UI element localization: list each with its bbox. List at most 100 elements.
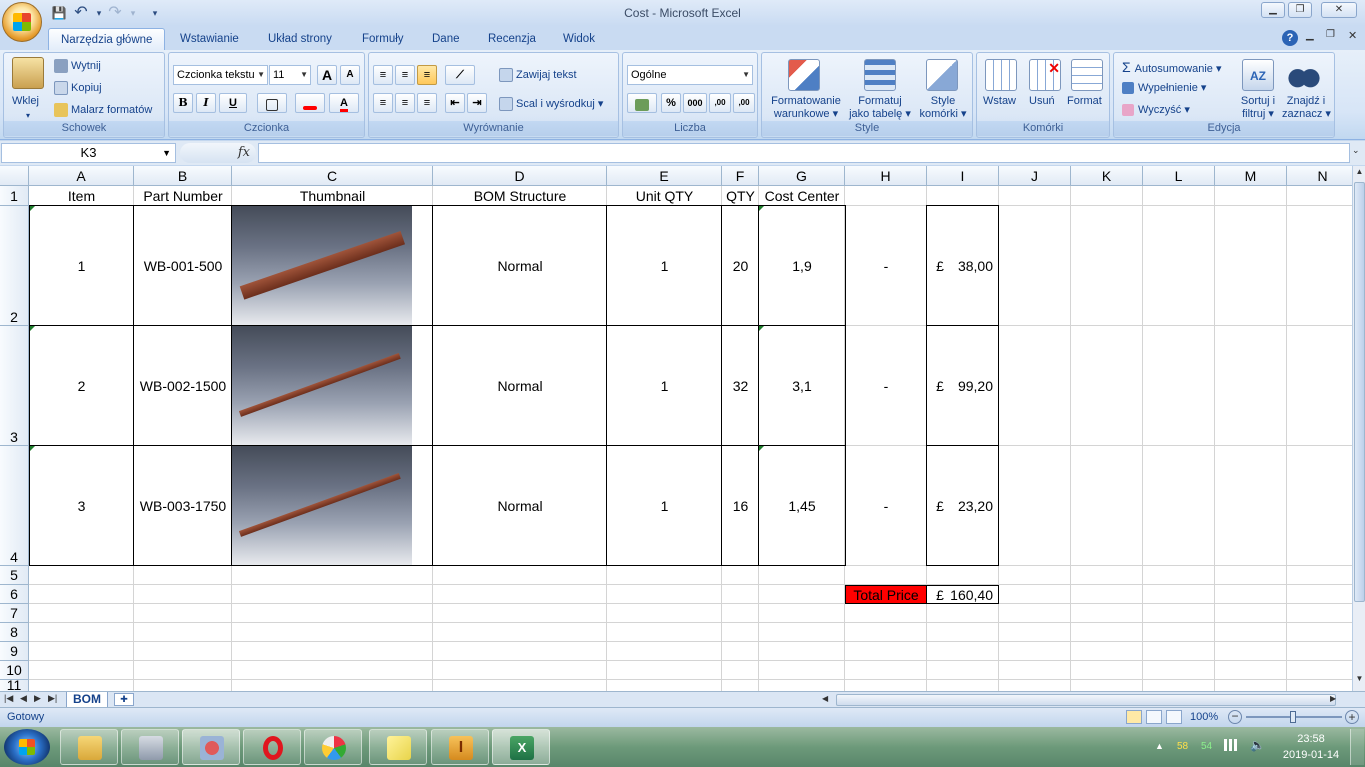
fill-color-button[interactable] bbox=[295, 93, 325, 113]
autosum-button[interactable]: Σ Autosumowanie ▾ bbox=[1122, 59, 1222, 75]
cell-price[interactable]: 99,20 bbox=[947, 326, 993, 445]
bold-button[interactable]: B bbox=[173, 93, 193, 113]
orientation-button[interactable]: ⟋ bbox=[445, 65, 475, 85]
sheet-tab-bom[interactable]: BOM bbox=[66, 692, 108, 708]
close-button[interactable]: ✕ bbox=[1321, 2, 1357, 18]
find-select-button[interactable]: Znajdź i zaznacz ▾ bbox=[1282, 95, 1331, 120]
horizontal-scrollbar[interactable] bbox=[836, 694, 1336, 706]
cell-price[interactable]: 23,20 bbox=[947, 446, 993, 565]
column-header[interactable]: H bbox=[845, 166, 927, 186]
prev-sheet-icon[interactable]: ◀ bbox=[20, 693, 27, 704]
column-header[interactable]: E bbox=[607, 166, 722, 186]
conditional-formatting-icon[interactable] bbox=[788, 59, 820, 91]
taskbar-snipping-tool[interactable] bbox=[182, 729, 240, 765]
format-cells-icon[interactable] bbox=[1071, 59, 1103, 91]
insert-cells-icon[interactable] bbox=[985, 59, 1017, 91]
restore-button[interactable]: ❐ bbox=[1288, 2, 1312, 18]
align-middle-button[interactable]: ≡ bbox=[395, 65, 415, 85]
tab-formulas[interactable]: Formuły bbox=[350, 28, 416, 50]
increase-decimal-button[interactable]: ,00 bbox=[709, 93, 731, 113]
expand-formula-bar-icon[interactable]: ⌄ bbox=[1352, 145, 1360, 156]
underline-button[interactable]: U bbox=[219, 93, 247, 113]
ribbon-minimize-icon[interactable]: ▁ bbox=[1306, 30, 1314, 41]
cell-h[interactable]: - bbox=[845, 446, 927, 565]
zoom-out-icon[interactable]: − bbox=[1228, 710, 1242, 724]
align-center-button[interactable]: ≡ bbox=[395, 93, 415, 113]
cell-h[interactable]: - bbox=[845, 206, 927, 325]
row-header[interactable]: 7 bbox=[0, 604, 29, 623]
header-part-number[interactable]: Part Number bbox=[134, 186, 232, 206]
cell-unit-qty[interactable]: 1 bbox=[607, 446, 722, 565]
clear-button[interactable]: Wyczyść ▾ bbox=[1122, 103, 1190, 117]
row-header[interactable]: 5 bbox=[0, 566, 29, 585]
cell-unit-qty[interactable]: 1 bbox=[607, 326, 722, 445]
cell-qty[interactable]: 20 bbox=[722, 206, 759, 325]
next-sheet-icon[interactable]: ▶ bbox=[34, 693, 41, 704]
zoom-level[interactable]: 100% bbox=[1190, 711, 1218, 723]
thumbnail-image[interactable] bbox=[232, 446, 412, 565]
tab-review[interactable]: Recenzja bbox=[476, 28, 548, 50]
cell-unit-qty[interactable]: 1 bbox=[607, 206, 722, 325]
insert-function-button[interactable]: fx bbox=[180, 143, 256, 163]
sort-filter-button[interactable]: Sortuj i filtruj ▾ bbox=[1238, 95, 1278, 120]
cell-bom-structure[interactable]: Normal bbox=[433, 326, 607, 445]
help-icon[interactable]: ? bbox=[1282, 30, 1298, 46]
office-button[interactable] bbox=[2, 2, 42, 42]
borders-button[interactable] bbox=[257, 93, 287, 113]
page-layout-view-icon[interactable] bbox=[1146, 710, 1162, 724]
column-header[interactable]: A bbox=[29, 166, 134, 186]
font-name-select[interactable]: Czcionka tekstu ▼ bbox=[173, 65, 268, 85]
paste-icon[interactable] bbox=[12, 57, 44, 89]
font-color-button[interactable]: A bbox=[329, 93, 359, 113]
cell-item[interactable]: 2 bbox=[29, 326, 134, 445]
column-header[interactable]: L bbox=[1143, 166, 1215, 186]
row-header[interactable]: 2 bbox=[0, 206, 29, 326]
decrease-indent-button[interactable]: ⇤ bbox=[445, 93, 465, 113]
scroll-up-icon[interactable]: ▲ bbox=[1354, 167, 1365, 181]
column-header[interactable]: M bbox=[1215, 166, 1287, 186]
taskbar-sticky-notes[interactable] bbox=[369, 729, 427, 765]
taskbar-opera[interactable] bbox=[243, 729, 301, 765]
conditional-formatting-button[interactable]: Formatowanie warunkowe ▾ bbox=[768, 95, 844, 120]
last-sheet-icon[interactable]: ▶| bbox=[48, 693, 57, 704]
scroll-right-icon[interactable]: ▶ bbox=[1330, 694, 1336, 703]
cell-h[interactable]: - bbox=[845, 326, 927, 445]
align-left-button[interactable]: ≡ bbox=[373, 93, 393, 113]
format-painter-button[interactable]: Malarz formatów bbox=[54, 103, 152, 117]
decrease-decimal-button[interactable]: ,00 bbox=[733, 93, 755, 113]
align-right-button[interactable]: ≡ bbox=[417, 93, 437, 113]
row-header[interactable]: 6 bbox=[0, 585, 29, 604]
italic-button[interactable]: I bbox=[196, 93, 216, 113]
name-box[interactable]: K3 ▼ bbox=[1, 143, 176, 163]
column-header[interactable]: I bbox=[927, 166, 999, 186]
workbook-restore-icon[interactable]: ❐ bbox=[1326, 29, 1335, 40]
merge-center-button[interactable]: Scal i wyśrodkuj ▾ bbox=[499, 97, 603, 112]
select-all-corner[interactable] bbox=[0, 166, 29, 186]
row-header[interactable]: 11 bbox=[0, 680, 29, 691]
scroll-thumb[interactable] bbox=[1354, 182, 1365, 602]
vertical-scrollbar[interactable]: ▲ ▼ bbox=[1352, 166, 1365, 691]
workbook-close-icon[interactable]: ✕ bbox=[1348, 29, 1357, 42]
cell-styles-icon[interactable] bbox=[926, 59, 958, 91]
paste-dropdown-icon[interactable]: ▾ bbox=[26, 111, 30, 120]
worksheet-grid[interactable]: A B C D E F G H I J K L M N 1 2 3 4 5 6 … bbox=[0, 166, 1352, 691]
tab-home[interactable]: Narzędzia główne bbox=[48, 28, 166, 50]
formula-input[interactable] bbox=[258, 143, 1350, 163]
volume-icon[interactable]: 🔈 bbox=[1250, 738, 1265, 752]
thousands-button[interactable]: 000 bbox=[683, 93, 707, 113]
minimize-button[interactable]: ▁ bbox=[1261, 2, 1285, 18]
cell-bom-structure[interactable]: Normal bbox=[433, 446, 607, 565]
taskbar-excel[interactable]: X bbox=[492, 729, 550, 765]
copy-button[interactable]: Kopiuj bbox=[54, 81, 102, 95]
cell-cost-center[interactable]: 1,9 bbox=[759, 206, 845, 325]
tab-insert[interactable]: Wstawianie bbox=[168, 28, 251, 50]
cell-cost-center[interactable]: 1,45 bbox=[759, 446, 845, 565]
row-header[interactable]: 3 bbox=[0, 326, 29, 446]
percent-button[interactable]: % bbox=[661, 93, 681, 113]
row-header[interactable]: 9 bbox=[0, 642, 29, 661]
number-format-select[interactable]: Ogólne ▼ bbox=[627, 65, 753, 85]
format-as-table-button[interactable]: Formatuj jako tabelę ▾ bbox=[846, 95, 914, 120]
column-header[interactable]: B bbox=[134, 166, 232, 186]
column-header[interactable]: K bbox=[1071, 166, 1143, 186]
font-size-select[interactable]: 11 ▼ bbox=[269, 65, 311, 85]
